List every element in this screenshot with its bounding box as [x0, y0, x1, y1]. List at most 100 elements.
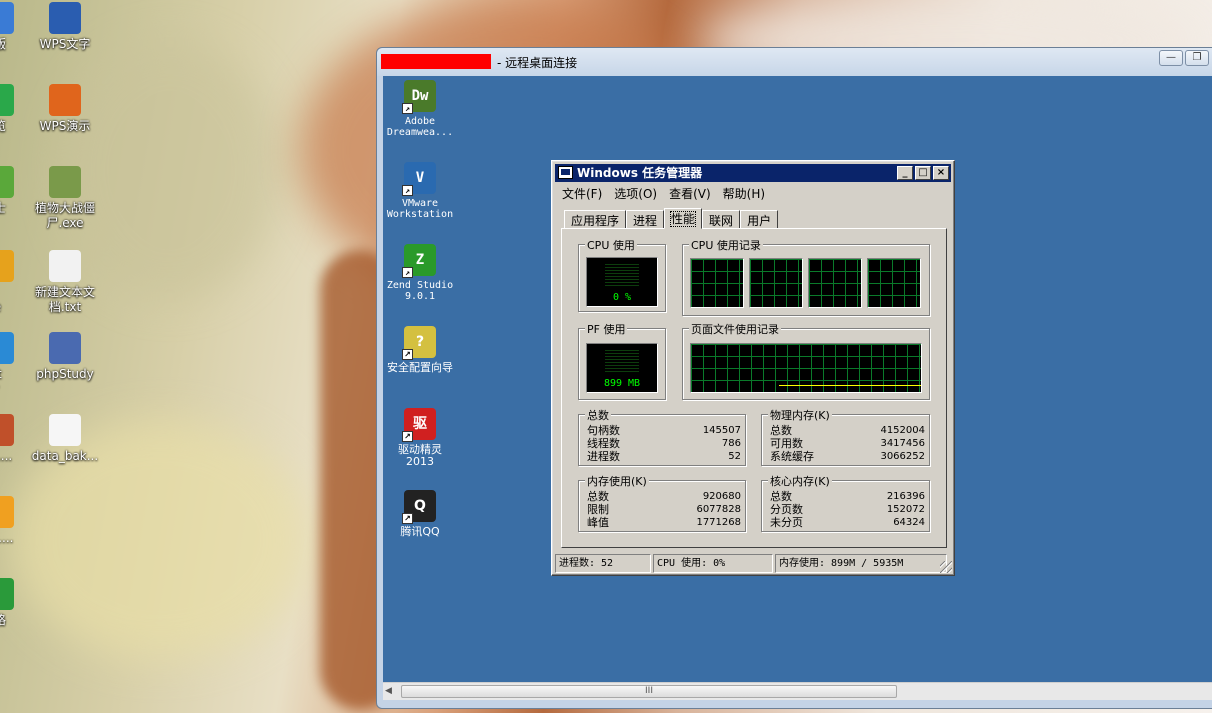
desktop-icon[interactable]: ne.... — [0, 414, 14, 464]
tm-maximize-button[interactable]: □ — [915, 166, 931, 180]
totals-value: 786 — [721, 438, 741, 449]
pf-usage-value: 899 MB — [603, 378, 641, 389]
desktop-icon-label: WPS文字 — [39, 37, 91, 51]
desktop-app-icon — [0, 166, 14, 198]
commit-charge-row: 限制 6077828 — [587, 503, 741, 516]
remote-app-icon: Q ↗ — [402, 490, 436, 524]
desktop-icon-label: net rer — [0, 367, 12, 397]
remote-app-icon: ? ↗ — [402, 326, 436, 360]
desktop-icon-label: phpStudy — [36, 367, 94, 381]
remote-window-titlebar[interactable]: - 远程桌面连接 — ❐ — [377, 48, 1212, 76]
kernel-memory-value: 216396 — [886, 491, 925, 502]
desktop-icon-label: 简版 — [0, 37, 7, 51]
remote-app-icon: Dw ↗ — [402, 80, 436, 114]
cpu-meter-bars — [605, 264, 639, 286]
shortcut-arrow-icon: ↗ — [402, 267, 413, 278]
status-process-count: 进程数: 52 — [555, 554, 651, 573]
remote-desktop-icon[interactable]: ? ↗ 安全配置向导 — [383, 326, 457, 374]
desktop-icon[interactable]: 卫士 — [0, 166, 14, 216]
redacted-hostname — [381, 54, 491, 69]
remote-icon-label: 腾讯QQ — [400, 525, 440, 538]
remote-desktop-icon[interactable]: V ↗ VMware Workstation — [383, 162, 457, 220]
remote-desktop-icon[interactable]: Z ↗ Zend Studio 9.0.1 — [383, 244, 457, 302]
cpu-usage-group: CPU 使用 0 % — [578, 237, 666, 312]
desktop-icon-label: sic.... — [0, 531, 14, 545]
tab-users[interactable]: 用户 — [740, 210, 779, 229]
remote-app-icon: 驱 ↗ — [402, 408, 436, 442]
app-icon-glyph: Q — [414, 498, 426, 514]
menu-file[interactable]: 文件(F) — [556, 183, 608, 203]
tab-networking[interactable]: 联网 — [702, 210, 741, 229]
commit-charge-row: 峰值 1771268 — [587, 516, 741, 529]
remote-icon-label: Adobe Dreamwea... — [386, 116, 454, 138]
desktop-icon[interactable]: phpStudy — [28, 332, 102, 382]
minimize-button[interactable]: — — [1159, 50, 1183, 66]
resize-grip-icon[interactable] — [940, 561, 952, 573]
menu-help[interactable]: 帮助(H) — [717, 183, 771, 203]
totals-title: 总数 — [585, 407, 611, 423]
desktop-icon-label: ne.... — [0, 449, 13, 463]
desktop-app-icon — [0, 496, 14, 528]
cpu-usage-title: CPU 使用 — [585, 237, 637, 253]
physical-memory-label: 可用数 — [770, 437, 803, 450]
menu-view[interactable]: 查看(V) — [663, 183, 717, 203]
scroll-left-arrow-icon[interactable]: ◀ — [385, 686, 392, 696]
commit-charge-value: 6077828 — [696, 504, 741, 515]
physical-memory-row: 可用数 3417456 — [770, 437, 925, 450]
desktop-icon[interactable]: 新建文本文档.txt — [28, 250, 102, 315]
task-manager-titlebar[interactable]: Windows 任务管理器 _ □ × — [555, 164, 951, 182]
cpu-history-graph-core-1 — [690, 258, 744, 308]
desktop-icon[interactable]: 表格 — [0, 578, 14, 628]
totals-label: 线程数 — [587, 437, 620, 450]
desktop-icon-label: WPS演示 — [39, 119, 91, 133]
commit-charge-label: 峰值 — [587, 516, 609, 529]
cpu-history-graph-core-4 — [867, 258, 921, 308]
remote-icon-label: Zend Studio 9.0.1 — [386, 280, 454, 302]
desktop-icon-label: 表格 — [0, 613, 7, 627]
task-manager-window[interactable]: Windows 任务管理器 _ □ × 文件(F) 选项(O) 查看(V) 帮助… — [551, 160, 955, 576]
desktop-icon[interactable]: ile me — [0, 250, 14, 315]
desktop-icon[interactable]: 简版 — [0, 2, 14, 52]
tab-processes[interactable]: 进程 — [626, 210, 665, 229]
desktop-icon[interactable]: sic.... — [0, 496, 14, 546]
physical-memory-value: 4152004 — [880, 425, 925, 436]
remote-desktop-icon[interactable]: 驱 ↗ 驱动精灵 2013 — [383, 408, 457, 468]
desktop-icon[interactable]: WPS演示 — [28, 84, 102, 134]
desktop-icon[interactable]: data_bak... — [28, 414, 102, 464]
desktop-icon-label: ile me — [0, 285, 12, 315]
menu-options[interactable]: 选项(O) — [608, 183, 663, 203]
pf-meter-bars — [605, 350, 639, 372]
tab-applications[interactable]: 应用程序 — [564, 210, 627, 229]
desktop-app-icon — [49, 414, 81, 446]
desktop-icon[interactable]: WPS文字 — [28, 2, 102, 52]
pf-usage-title: PF 使用 — [585, 321, 628, 337]
remote-desktop-icon[interactable]: Q ↗ 腾讯QQ — [383, 490, 457, 538]
desktop-icon-label: 植物大战僵尸.exe — [34, 201, 95, 230]
cpu-history-title: CPU 使用记录 — [689, 237, 763, 253]
horizontal-scrollbar[interactable]: ◀ III — [383, 682, 1212, 700]
totals-row: 进程数 52 — [587, 450, 741, 463]
commit-charge-row: 总数 920680 — [587, 490, 741, 503]
remote-desktop-icon[interactable]: Dw ↗ Adobe Dreamwea... — [383, 80, 457, 138]
app-icon-glyph: Z — [415, 252, 425, 268]
scrollbar-grip: III — [645, 686, 653, 696]
tab-performance[interactable]: 性能 — [664, 208, 703, 229]
desktop-icon[interactable]: 植物大战僵尸.exe — [28, 166, 102, 231]
pf-usage-group: PF 使用 899 MB — [578, 321, 666, 400]
cpu-history-graph-core-3 — [808, 258, 862, 308]
desktop-app-icon — [0, 414, 14, 446]
physical-memory-label: 总数 — [770, 424, 792, 437]
desktop-icon-label: data_bak... — [31, 449, 99, 463]
kernel-memory-value: 152072 — [886, 504, 925, 515]
kernel-memory-label: 分页数 — [770, 503, 803, 516]
desktop-app-icon — [49, 332, 81, 364]
desktop-app-icon — [0, 2, 14, 34]
tm-minimize-button[interactable]: _ — [897, 166, 913, 180]
desktop-icon[interactable]: 浏览 — [0, 84, 14, 134]
scrollbar-thumb[interactable]: III — [401, 685, 897, 698]
remote-icon-label: 驱动精灵 2013 — [398, 443, 442, 468]
tm-close-button[interactable]: × — [933, 166, 949, 180]
desktop-app-icon — [0, 578, 14, 610]
maximize-button[interactable]: ❐ — [1185, 50, 1209, 66]
desktop-icon[interactable]: net rer — [0, 332, 14, 397]
